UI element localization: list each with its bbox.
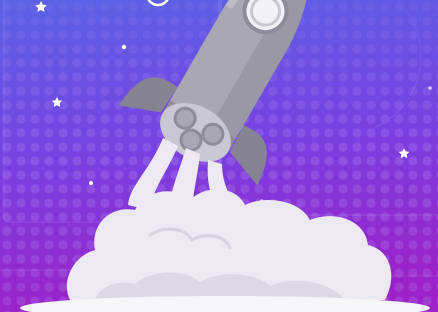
star-dot bbox=[428, 86, 432, 90]
star-dot bbox=[121, 44, 127, 50]
star-dot bbox=[89, 181, 93, 185]
rocket-launch-illustration bbox=[0, 0, 438, 312]
